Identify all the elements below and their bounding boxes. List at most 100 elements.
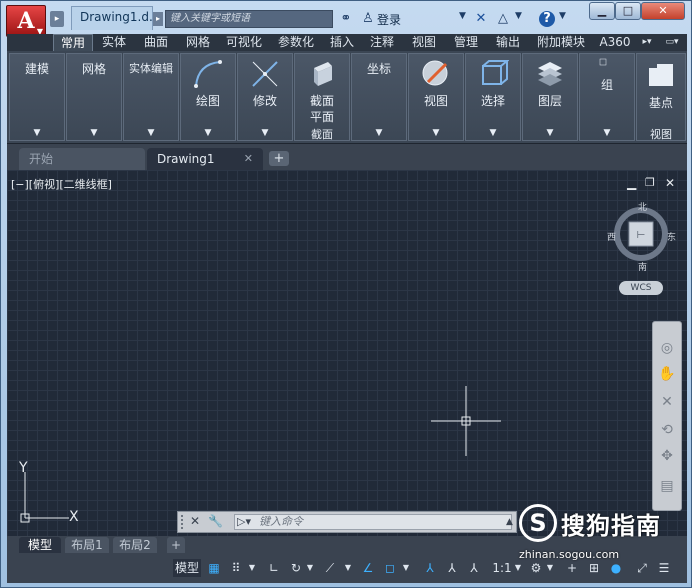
application-menu-button[interactable]: A ▼ bbox=[6, 5, 46, 37]
zoom-icon[interactable]: ✕ bbox=[653, 394, 681, 410]
section-footer-label[interactable]: 截面 bbox=[295, 126, 349, 142]
a360-dropdown-icon[interactable]: ▼ bbox=[515, 11, 522, 21]
tab-output[interactable]: 输出 bbox=[491, 34, 525, 51]
model-space-button[interactable]: 模型 bbox=[173, 559, 201, 577]
panel-draw[interactable]: 绘图 ▼ bbox=[180, 53, 236, 141]
panel-base-view[interactable]: 基点 视图 bbox=[636, 53, 686, 141]
panel-selection[interactable]: 选择 ▼ bbox=[465, 53, 521, 141]
isodraft-icon[interactable]: ⟋ bbox=[321, 559, 339, 577]
close-icon[interactable]: ✕ bbox=[244, 148, 253, 170]
tab-mesh[interactable]: 网格 bbox=[181, 34, 215, 51]
tab-layout2[interactable]: 布局2 bbox=[113, 537, 157, 553]
minimize-button[interactable]: ▁ bbox=[589, 2, 615, 20]
tab-annotate[interactable]: 注释 bbox=[365, 34, 399, 51]
login-dropdown-icon[interactable]: ▼ bbox=[459, 11, 466, 21]
chevron-down-icon[interactable]: ▼ bbox=[466, 128, 520, 138]
viewport-close-button[interactable]: ✕ bbox=[665, 176, 675, 190]
chevron-down-icon[interactable]: ▼ bbox=[67, 128, 121, 138]
command-line-grip[interactable] bbox=[181, 515, 187, 529]
auto-scale-icon[interactable]: ⅄ bbox=[443, 559, 461, 577]
tab-manage[interactable]: 管理 bbox=[449, 34, 483, 51]
user-icon[interactable]: ♙ bbox=[361, 10, 375, 28]
tab-visualize[interactable]: 可视化 bbox=[221, 34, 267, 51]
polar-icon[interactable]: ↻ bbox=[287, 559, 305, 577]
viewport-restore-button[interactable]: ❐ bbox=[645, 176, 655, 189]
viewport-controls-label[interactable]: [−][俯视][二维线框] bbox=[11, 176, 112, 192]
steering-wheel-icon[interactable]: ◎ bbox=[653, 340, 681, 356]
help-dropdown-icon[interactable]: ▼ bbox=[559, 11, 566, 21]
close-icon[interactable]: ✕ bbox=[190, 514, 200, 528]
isodraft-dropdown-icon[interactable]: ▼ bbox=[343, 559, 353, 577]
tab-parametric[interactable]: 参数化 bbox=[273, 34, 319, 51]
login-button[interactable]: 登录 bbox=[377, 11, 401, 28]
chevron-down-icon[interactable]: ▼ bbox=[352, 128, 406, 138]
panel-view[interactable]: 视图 ▼ bbox=[408, 53, 464, 141]
annotation-scale-icon[interactable]: ⅄ bbox=[465, 559, 483, 577]
snap-icon[interactable]: ⠿ bbox=[227, 559, 245, 577]
snap-dropdown-icon[interactable]: ▼ bbox=[247, 559, 257, 577]
command-prompt-icon[interactable]: ▷▾ bbox=[237, 515, 251, 529]
tab-drawing1[interactable]: Drawing1 ✕ bbox=[147, 148, 263, 170]
command-history-icon[interactable]: ▲ bbox=[506, 517, 513, 527]
showmotion-icon[interactable]: ✥ bbox=[653, 448, 681, 464]
chevron-down-icon[interactable]: ▼ bbox=[181, 128, 235, 138]
polar-dropdown-icon[interactable]: ▼ bbox=[305, 559, 315, 577]
tab-view[interactable]: 视图 bbox=[407, 34, 441, 51]
viewcube[interactable]: ⊢ bbox=[611, 204, 671, 264]
panel-modify[interactable]: 修改 ▼ bbox=[237, 53, 293, 141]
tab-layout1[interactable]: 布局1 bbox=[65, 537, 109, 553]
viewport-minimize-button[interactable]: ▁ bbox=[627, 176, 636, 190]
annotation-visibility-icon[interactable]: ⅄ bbox=[421, 559, 439, 577]
document-title-arrow[interactable]: ▸ bbox=[153, 12, 163, 26]
tab-home[interactable]: 常用 bbox=[53, 34, 93, 51]
tab-model[interactable]: 模型 bbox=[19, 537, 61, 553]
wcs-menu[interactable]: WCS bbox=[619, 281, 663, 295]
annotation-scale-value[interactable]: 1:1 bbox=[489, 559, 515, 577]
ortho-icon[interactable]: ∟ bbox=[265, 559, 283, 577]
ribbon-overflow-icon[interactable]: ▸▾ bbox=[637, 34, 657, 51]
command-input[interactable]: ▷▾ 键入命令 bbox=[234, 514, 512, 530]
drawing-canvas[interactable]: [−][俯视][二维线框] ▁ ❐ ✕ ⊢ 北 南 西 东 WCS ◎ ✋ ✕ … bbox=[7, 170, 687, 536]
navbar-options-icon[interactable]: ▤ bbox=[653, 478, 681, 494]
tab-addins[interactable]: 附加模块 bbox=[531, 34, 591, 51]
object-snap-icon[interactable]: ◻ bbox=[381, 559, 399, 577]
chevron-down-icon[interactable]: ▼ bbox=[580, 128, 634, 138]
chevron-down-icon[interactable]: ▼ bbox=[238, 128, 292, 138]
chevron-down-icon[interactable]: ▼ bbox=[124, 128, 178, 138]
panel-groups[interactable]: 组 ▼ bbox=[579, 53, 635, 141]
section-plane-label-1: 截面 bbox=[309, 94, 334, 108]
ribbon-minimize-icon[interactable]: ▭▾ bbox=[659, 34, 685, 51]
orbit-icon[interactable]: ⟲ bbox=[653, 422, 681, 438]
pan-icon[interactable]: ✋ bbox=[653, 366, 681, 382]
panel-section[interactable]: 截面 平面 截面 bbox=[294, 53, 350, 141]
panel-view-footer-label[interactable]: 视图 bbox=[637, 126, 685, 142]
grid-icon[interactable]: ▦ bbox=[205, 559, 223, 577]
new-tab-button[interactable]: + bbox=[269, 151, 289, 166]
autodesk-a360-icon[interactable]: △ bbox=[495, 10, 511, 28]
panel-mesh[interactable]: 网格 ▼ bbox=[66, 53, 122, 141]
tab-start[interactable]: 开始 bbox=[19, 148, 145, 170]
panel-coordinates[interactable]: 坐标 ▼ bbox=[351, 53, 407, 141]
chevron-down-icon[interactable]: ▼ bbox=[409, 128, 463, 138]
panel-modeling[interactable]: 建模 ▼ bbox=[9, 53, 65, 141]
search-input[interactable]: 键入关键字或短语 bbox=[165, 10, 333, 28]
quick-access-toolbar-toggle[interactable]: ▸ bbox=[50, 11, 64, 27]
maximize-button[interactable]: □ bbox=[615, 2, 641, 20]
panel-solid-edit[interactable]: 实体编辑 ▼ bbox=[123, 53, 179, 141]
help-icon[interactable]: ? bbox=[539, 11, 555, 27]
tab-surface[interactable]: 曲面 bbox=[139, 34, 173, 51]
chevron-down-icon[interactable]: ▼ bbox=[523, 128, 577, 138]
chevron-down-icon[interactable]: ▼ bbox=[10, 128, 64, 138]
exchange-icon[interactable]: ✕ bbox=[473, 10, 489, 28]
panel-layers[interactable]: 图层 ▼ bbox=[522, 53, 578, 141]
tab-a360[interactable]: A360 bbox=[597, 34, 633, 51]
tab-insert[interactable]: 插入 bbox=[325, 34, 359, 51]
object-snap-dropdown-icon[interactable]: ▼ bbox=[401, 559, 411, 577]
tab-solid[interactable]: 实体 bbox=[97, 34, 131, 51]
close-button[interactable]: ✕ bbox=[641, 2, 685, 20]
object-snap-tracking-icon[interactable]: ∠ bbox=[359, 559, 377, 577]
binoculars-icon[interactable]: ⚭ bbox=[337, 10, 355, 28]
add-layout-button[interactable]: + bbox=[167, 537, 185, 553]
wrench-icon[interactable]: 🔧 bbox=[208, 514, 223, 528]
ucs-y-label: Y bbox=[19, 460, 28, 476]
